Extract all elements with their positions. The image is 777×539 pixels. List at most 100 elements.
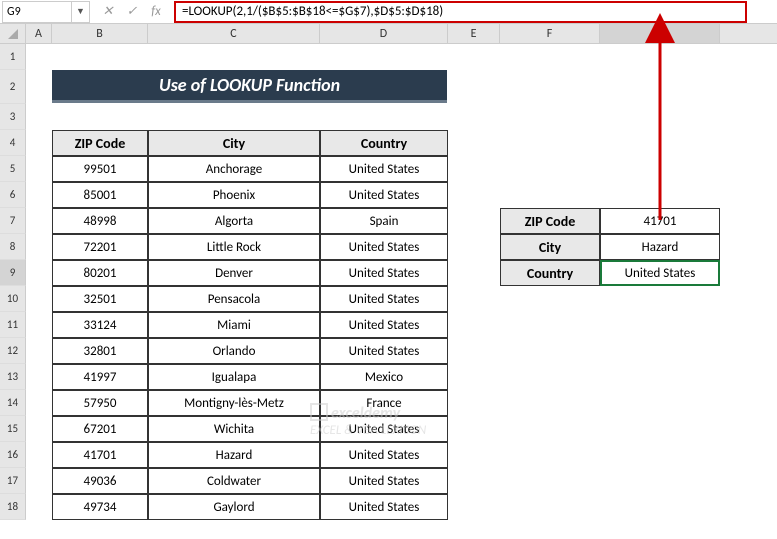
cell[interactable] xyxy=(26,312,52,338)
table-cell[interactable]: 85001 xyxy=(52,182,148,208)
side-value-city[interactable]: Hazard xyxy=(600,234,720,260)
cell[interactable] xyxy=(600,338,720,364)
cell[interactable] xyxy=(52,104,148,130)
cell[interactable] xyxy=(448,130,500,156)
table-cell[interactable]: Algorta xyxy=(148,208,320,234)
cell[interactable] xyxy=(52,44,148,70)
row-header-17[interactable]: 17 xyxy=(0,468,26,494)
cell[interactable] xyxy=(148,44,320,70)
table-cell[interactable]: United States xyxy=(320,468,448,494)
table-cell[interactable]: United States xyxy=(320,182,448,208)
col-header-E[interactable]: E xyxy=(448,24,500,43)
row-header-1[interactable]: 1 xyxy=(0,44,26,70)
table-cell[interactable]: 32501 xyxy=(52,286,148,312)
cell[interactable] xyxy=(600,182,720,208)
cell[interactable] xyxy=(148,104,320,130)
cell[interactable] xyxy=(26,442,52,468)
cell[interactable] xyxy=(500,494,600,520)
cell[interactable] xyxy=(500,286,600,312)
cell[interactable] xyxy=(600,494,720,520)
table-cell[interactable]: Montigny-lès-Metz xyxy=(148,390,320,416)
side-label-country[interactable]: Country xyxy=(500,260,600,286)
cell[interactable] xyxy=(600,104,720,130)
name-box-dropdown[interactable]: ▼ xyxy=(72,1,90,23)
table-cell[interactable]: United States xyxy=(320,312,448,338)
table-cell[interactable]: Igualapa xyxy=(148,364,320,390)
cell[interactable] xyxy=(26,468,52,494)
select-all-corner[interactable] xyxy=(0,24,26,43)
cell[interactable] xyxy=(500,182,600,208)
table-cell[interactable]: Denver xyxy=(148,260,320,286)
cell[interactable] xyxy=(500,312,600,338)
table-cell[interactable]: Little Rock xyxy=(148,234,320,260)
row-header-8[interactable]: 8 xyxy=(0,234,26,260)
row-header-7[interactable]: 7 xyxy=(0,208,26,234)
cell[interactable] xyxy=(500,442,600,468)
cell[interactable] xyxy=(448,494,500,520)
cell[interactable] xyxy=(600,468,720,494)
name-box[interactable]: G9 xyxy=(2,1,72,23)
cell[interactable] xyxy=(26,494,52,520)
col-header-F[interactable]: F xyxy=(500,24,600,43)
table-cell[interactable]: 99501 xyxy=(52,156,148,182)
cell[interactable] xyxy=(26,104,52,130)
cell[interactable] xyxy=(600,44,720,70)
table-cell[interactable]: 57950 xyxy=(52,390,148,416)
row-header-4[interactable]: 4 xyxy=(0,130,26,156)
formula-input[interactable]: =LOOKUP(2,1/($B$5:$B$18<=$G$7),$D$5:$D$1… xyxy=(174,1,747,23)
table-cell[interactable]: United States xyxy=(320,286,448,312)
row-header-14[interactable]: 14 xyxy=(0,390,26,416)
cell[interactable] xyxy=(448,260,500,286)
cell[interactable] xyxy=(26,234,52,260)
cell[interactable] xyxy=(448,338,500,364)
cell[interactable] xyxy=(500,338,600,364)
cell[interactable] xyxy=(448,70,500,104)
row-header-16[interactable]: 16 xyxy=(0,442,26,468)
row-header-11[interactable]: 11 xyxy=(0,312,26,338)
table-header-city[interactable]: City xyxy=(148,130,320,156)
row-header-18[interactable]: 18 xyxy=(0,494,26,520)
row-header-2[interactable]: 2 xyxy=(0,70,26,104)
table-cell[interactable]: 41997 xyxy=(52,364,148,390)
cell[interactable] xyxy=(500,390,600,416)
cell[interactable] xyxy=(448,208,500,234)
col-header-G[interactable]: G xyxy=(600,24,720,43)
cell[interactable] xyxy=(26,208,52,234)
table-cell[interactable]: Wichita xyxy=(148,416,320,442)
table-cell[interactable]: Spain xyxy=(320,208,448,234)
row-header-13[interactable]: 13 xyxy=(0,364,26,390)
cell[interactable] xyxy=(600,364,720,390)
cell[interactable] xyxy=(26,44,52,70)
table-cell[interactable]: 49036 xyxy=(52,468,148,494)
cell[interactable] xyxy=(26,364,52,390)
table-cell[interactable]: United States xyxy=(320,494,448,520)
col-header-A[interactable]: A xyxy=(26,24,52,43)
cell[interactable] xyxy=(600,312,720,338)
title-cell[interactable]: Use of LOOKUP Function xyxy=(52,70,448,104)
cell[interactable] xyxy=(500,104,600,130)
row-header-10[interactable]: 10 xyxy=(0,286,26,312)
table-cell[interactable]: United States xyxy=(320,338,448,364)
cell[interactable] xyxy=(500,468,600,494)
cell[interactable] xyxy=(26,156,52,182)
cell[interactable] xyxy=(26,130,52,156)
cell[interactable] xyxy=(448,468,500,494)
cell[interactable] xyxy=(500,70,600,104)
side-label-city[interactable]: City xyxy=(500,234,600,260)
table-cell[interactable]: Coldwater xyxy=(148,468,320,494)
cell[interactable] xyxy=(500,416,600,442)
cell[interactable] xyxy=(600,130,720,156)
cell[interactable] xyxy=(448,364,500,390)
side-value-country[interactable]: United States xyxy=(600,260,720,286)
table-cell[interactable]: 67201 xyxy=(52,416,148,442)
table-cell[interactable]: United States xyxy=(320,234,448,260)
cell[interactable] xyxy=(448,312,500,338)
table-cell[interactable]: Phoenix xyxy=(148,182,320,208)
table-cell[interactable]: 32801 xyxy=(52,338,148,364)
accept-icon[interactable]: ✓ xyxy=(124,4,140,19)
table-cell[interactable]: Gaylord xyxy=(148,494,320,520)
col-header-D[interactable]: D xyxy=(320,24,448,43)
cell[interactable] xyxy=(448,104,500,130)
col-header-B[interactable]: B xyxy=(52,24,148,43)
cell[interactable] xyxy=(320,44,448,70)
